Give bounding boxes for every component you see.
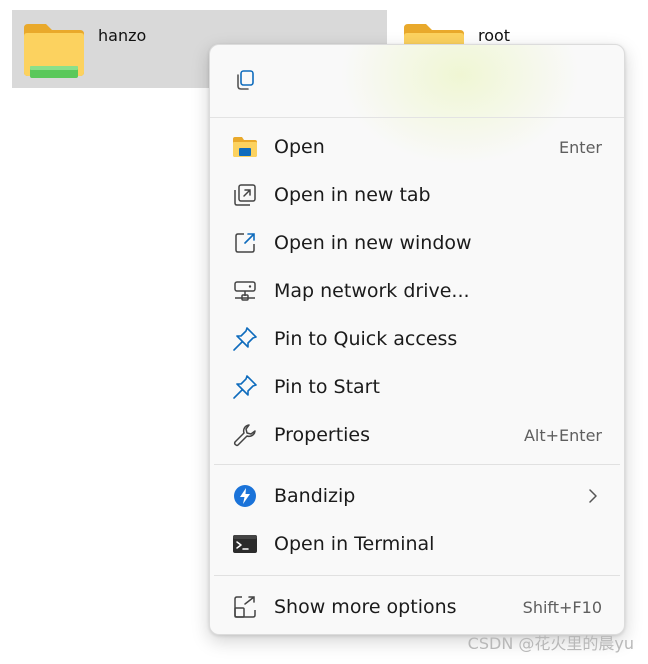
folder-name: root — [478, 26, 511, 45]
menu-item-bandizip[interactable]: Bandizip — [210, 472, 624, 520]
menu-quick-actions — [210, 45, 624, 118]
menu-group-apps: Bandizip Open in Terminal — [210, 465, 624, 575]
copy-button[interactable] — [230, 67, 260, 97]
menu-item-open-new-window[interactable]: Open in new window — [210, 219, 624, 267]
menu-item-label: Open in Terminal — [274, 533, 435, 555]
new-window-icon — [232, 230, 258, 256]
file-explorer-view: hanzo root Open Enter Open in new tab Op… — [0, 0, 648, 664]
menu-item-pin-quick-access[interactable]: Pin to Quick access — [210, 315, 624, 363]
menu-item-open[interactable]: Open Enter — [210, 123, 624, 171]
context-menu: Open Enter Open in new tab Open in new w… — [209, 44, 625, 635]
terminal-icon — [232, 531, 258, 557]
menu-item-open-new-tab[interactable]: Open in new tab — [210, 171, 624, 219]
pin-icon — [232, 326, 258, 352]
more-options-icon — [232, 594, 258, 620]
menu-item-label: Map network drive... — [274, 280, 470, 302]
folder-drive-icon — [22, 22, 86, 84]
menu-item-pin-start[interactable]: Pin to Start — [210, 363, 624, 411]
folder-open-icon — [232, 134, 258, 160]
network-drive-icon — [232, 278, 258, 304]
menu-item-label: Open — [274, 136, 325, 158]
new-tab-icon — [232, 182, 258, 208]
menu-item-label: Bandizip — [274, 485, 356, 507]
wrench-icon — [232, 422, 258, 448]
menu-item-shortcut: Enter — [559, 137, 602, 157]
menu-group-main: Open Enter Open in new tab Open in new w… — [210, 118, 624, 464]
menu-item-open-terminal[interactable]: Open in Terminal — [210, 520, 624, 568]
menu-item-show-more-options[interactable]: Show more options Shift+F10 — [210, 583, 624, 631]
menu-item-shortcut: Shift+F10 — [522, 597, 602, 617]
folder-name: hanzo — [98, 26, 147, 45]
bandizip-icon — [232, 483, 258, 509]
chevron-right-icon — [586, 489, 600, 503]
menu-item-map-network-drive[interactable]: Map network drive... — [210, 267, 624, 315]
menu-group-more: Show more options Shift+F10 — [210, 576, 624, 631]
pin-icon — [232, 374, 258, 400]
menu-item-label: Pin to Start — [274, 376, 380, 398]
menu-item-shortcut: Alt+Enter — [523, 425, 602, 445]
menu-item-label: Show more options — [274, 596, 457, 618]
menu-item-label: Properties — [274, 424, 371, 446]
watermark-text: CSDN @花火里的晨yu — [467, 634, 634, 653]
menu-item-label: Open in new tab — [274, 184, 431, 206]
menu-item-properties[interactable]: Properties Alt+Enter — [210, 411, 624, 459]
menu-item-label: Pin to Quick access — [274, 328, 458, 350]
copy-icon — [234, 69, 256, 95]
menu-item-label: Open in new window — [274, 232, 472, 254]
